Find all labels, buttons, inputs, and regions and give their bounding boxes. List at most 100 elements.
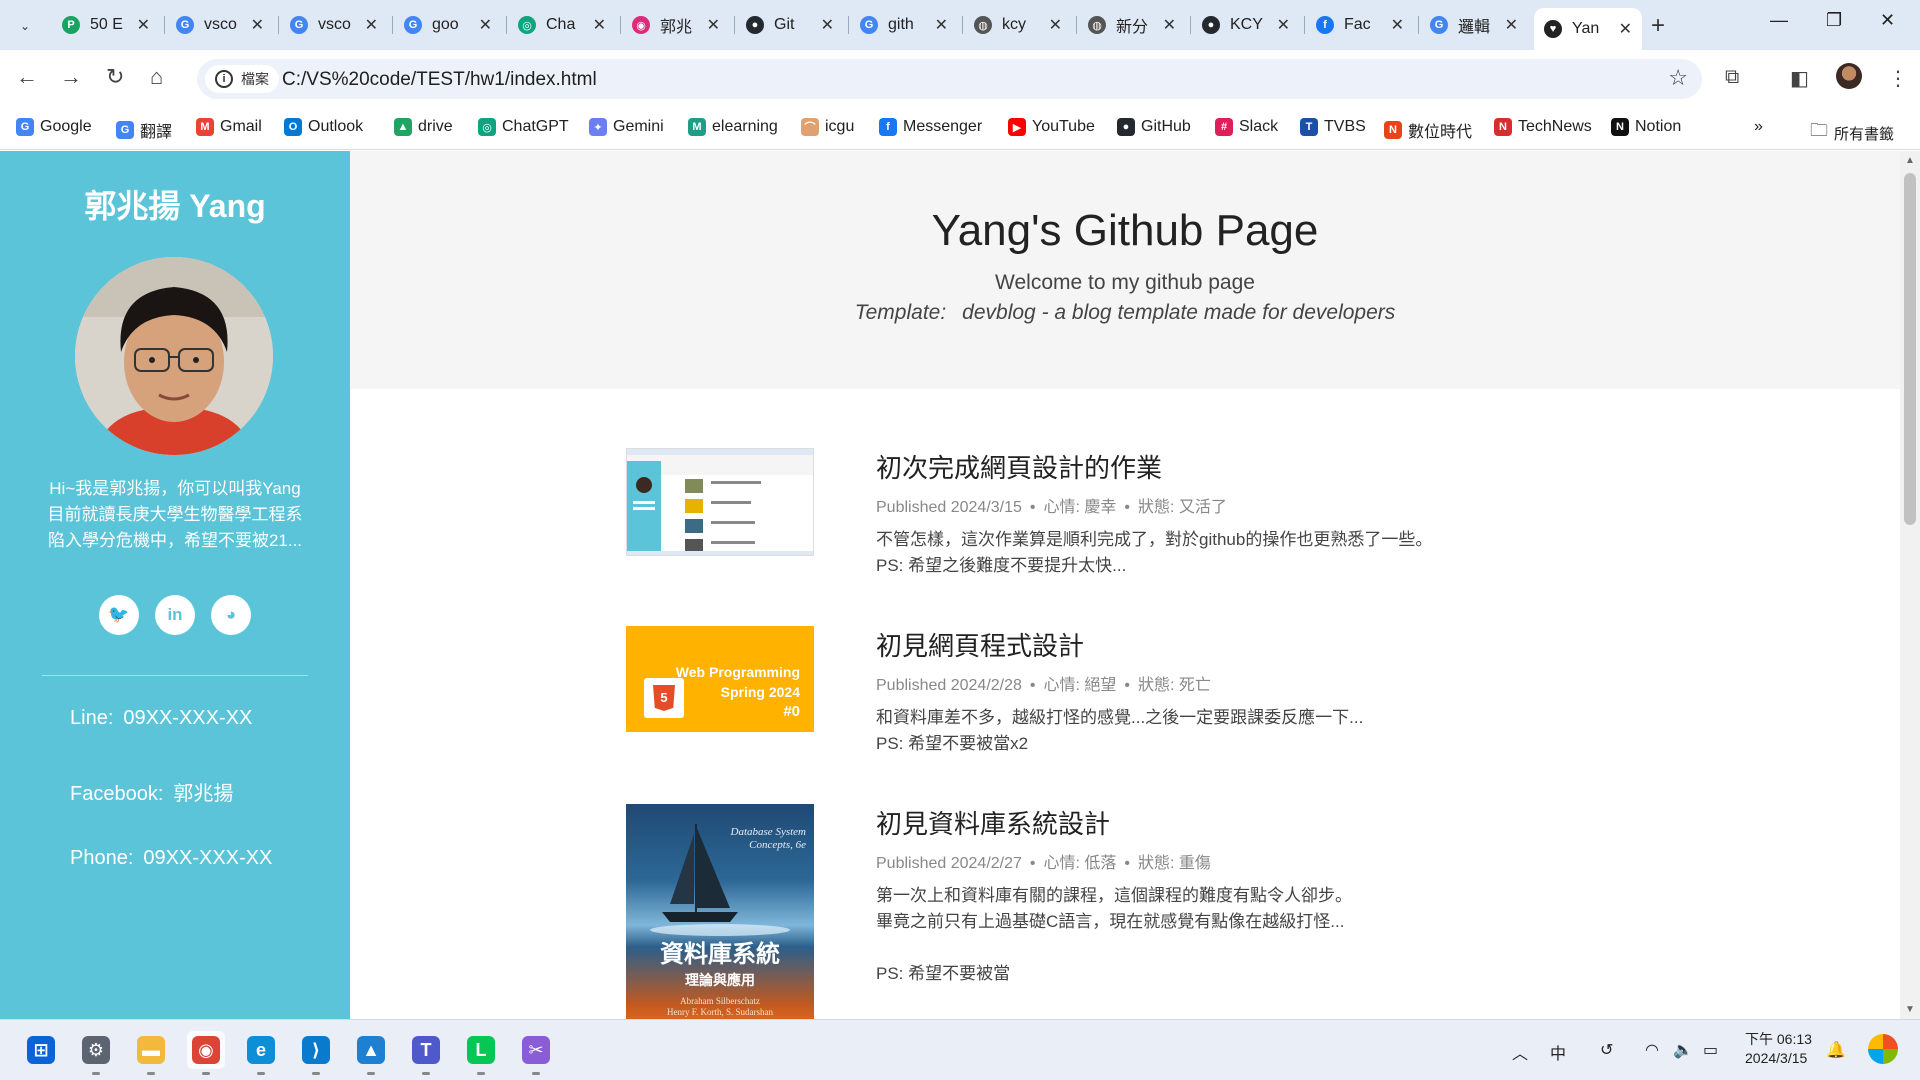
taskbar-settings-icon[interactable]: ⚙ bbox=[77, 1031, 115, 1075]
bookmark-item[interactable]: ▲ drive bbox=[394, 118, 453, 136]
tab-close-icon[interactable]: ✕ bbox=[1505, 15, 1518, 35]
browser-tab[interactable]: ◍ 新分 ✕ bbox=[1078, 8, 1186, 42]
back-arrow-icon[interactable]: ← bbox=[16, 64, 38, 90]
start-glyph: ⊞ bbox=[27, 1036, 55, 1064]
tab-close-icon[interactable]: ✕ bbox=[1277, 15, 1290, 35]
new-tab-plus-icon[interactable]: + bbox=[1651, 12, 1665, 40]
bookmark-star-icon[interactable]: ☆ bbox=[1668, 65, 1688, 91]
bookmark-item[interactable]: ▶ YouTube bbox=[1008, 118, 1095, 136]
bookmark-item[interactable]: ◎ ChatGPT bbox=[478, 118, 569, 136]
minimize-icon[interactable]: — bbox=[1770, 10, 1788, 31]
bookmark-item[interactable]: N TechNews bbox=[1494, 118, 1592, 136]
tab-search-chevron-icon[interactable]: ⌄ bbox=[12, 13, 38, 39]
bookmark-item[interactable]: ● GitHub bbox=[1117, 118, 1191, 136]
linkedin-icon[interactable]: in bbox=[155, 595, 195, 635]
scrollbar-thumb[interactable] bbox=[1904, 173, 1916, 525]
bookmark-item[interactable]: ⌒ icgu bbox=[801, 118, 854, 136]
home-icon[interactable]: ⌂ bbox=[150, 64, 163, 90]
tab-close-icon[interactable]: ✕ bbox=[821, 15, 834, 35]
browser-tab[interactable]: Gvsco ✕ bbox=[166, 8, 274, 42]
extensions-puzzle-icon[interactable]: ⧉ bbox=[1725, 66, 1739, 89]
bookmark-item[interactable]: f Messenger bbox=[879, 118, 982, 136]
template-link[interactable]: devblog - a blog template made for devel… bbox=[962, 301, 1395, 324]
scroll-down-arrow-icon[interactable]: ▼ bbox=[1905, 1004, 1915, 1015]
ime-indicator[interactable]: 中 bbox=[1550, 1040, 1566, 1064]
profile-avatar[interactable] bbox=[1836, 63, 1862, 89]
browser-tab[interactable]: G 邏輯 ✕ bbox=[1420, 8, 1528, 42]
more-bookmarks-chevron-icon[interactable]: » bbox=[1754, 118, 1763, 136]
post-thumbnail-web-programming[interactable]: Web Programming Spring 2024 #0 5 bbox=[626, 626, 814, 732]
tab-close-icon[interactable]: ✕ bbox=[251, 15, 264, 35]
address-bar[interactable]: i 檔案 C:/VS%20code/TEST/hw1/index.html ☆ bbox=[197, 59, 1702, 99]
browser-tab[interactable]: Ggoo ✕ bbox=[394, 8, 502, 42]
volume-icon[interactable]: 🔈 bbox=[1673, 1040, 1693, 1060]
browser-tab[interactable]: P 50 E ✕ bbox=[52, 8, 160, 42]
side-panel-icon[interactable]: ◧ bbox=[1790, 66, 1809, 91]
ime-mode-icon[interactable]: ↺ bbox=[1600, 1040, 1613, 1060]
bookmark-item[interactable]: ✦ Gemini bbox=[589, 118, 664, 136]
tab-close-icon[interactable]: ✕ bbox=[1619, 19, 1632, 39]
tab-close-icon[interactable]: ✕ bbox=[593, 15, 606, 35]
running-indicator bbox=[477, 1072, 485, 1075]
bookmark-item[interactable]: O Outlook bbox=[284, 118, 363, 136]
bookmark-item[interactable]: N 數位時代 bbox=[1384, 118, 1472, 142]
browser-tab[interactable]: Gvsco ✕ bbox=[280, 8, 388, 42]
taskbar-line-icon[interactable]: L bbox=[462, 1031, 500, 1075]
browser-tab[interactable]: ◍ kcy ✕ bbox=[964, 8, 1072, 42]
bookmark-item[interactable]: G 翻譯 bbox=[116, 118, 172, 142]
twitter-icon[interactable]: 🐦 bbox=[99, 595, 139, 635]
notification-bell-icon[interactable]: 🔔 bbox=[1826, 1040, 1846, 1060]
battery-icon[interactable]: ▭ bbox=[1703, 1040, 1718, 1060]
tab-close-icon[interactable]: ✕ bbox=[707, 15, 720, 35]
browser-tab[interactable]: ● Git ✕ bbox=[736, 8, 844, 42]
tab-close-icon[interactable]: ✕ bbox=[935, 15, 948, 35]
page-scrollbar[interactable]: ▲ ▼ bbox=[1900, 151, 1920, 1019]
bookmark-item[interactable]: T TVBS bbox=[1300, 118, 1366, 136]
close-window-icon[interactable]: ✕ bbox=[1880, 10, 1895, 31]
taskbar-vscode-icon[interactable]: ⟩ bbox=[297, 1031, 335, 1075]
tab-title: 新分 bbox=[1116, 19, 1149, 36]
tab-close-icon[interactable]: ✕ bbox=[479, 15, 492, 35]
taskbar-edge-icon[interactable]: e bbox=[242, 1031, 280, 1075]
taskbar-clock[interactable]: 下午 06:13 2024/3/15 bbox=[1745, 1030, 1812, 1068]
github-icon[interactable]: ◕ bbox=[211, 595, 251, 635]
browser-tab[interactable]: Ggith ✕ bbox=[850, 8, 958, 42]
post-thumbnail-screenshot[interactable] bbox=[626, 448, 814, 556]
address-url[interactable]: C:/VS%20code/TEST/hw1/index.html bbox=[282, 69, 597, 91]
tab-close-icon[interactable]: ✕ bbox=[137, 15, 150, 35]
reload-icon[interactable]: ↻ bbox=[106, 64, 124, 90]
taskbar-snipping-tool-icon[interactable]: ✂ bbox=[517, 1031, 555, 1075]
copilot-icon[interactable] bbox=[1868, 1034, 1898, 1064]
browser-tab[interactable]: ◎ Cha ✕ bbox=[508, 8, 616, 42]
browser-tab[interactable]: ♥ Yan ✕ bbox=[1534, 8, 1642, 50]
browser-tab[interactable]: ◉ 郭兆 ✕ bbox=[622, 8, 730, 42]
tab-close-icon[interactable]: ✕ bbox=[1049, 15, 1062, 35]
browser-tab[interactable]: ● KCY ✕ bbox=[1192, 8, 1300, 42]
tab-close-icon[interactable]: ✕ bbox=[1163, 15, 1176, 35]
wifi-icon[interactable]: ◠ bbox=[1645, 1040, 1659, 1060]
forward-arrow-icon[interactable]: → bbox=[60, 64, 82, 90]
post-title[interactable]: 初見網頁程式設計 bbox=[876, 626, 1636, 663]
bookmark-item[interactable]: N Notion bbox=[1611, 118, 1681, 136]
tab-close-icon[interactable]: ✕ bbox=[365, 15, 378, 35]
scroll-up-arrow-icon[interactable]: ▲ bbox=[1905, 155, 1915, 166]
tray-chevron-up-icon[interactable]: ︿ bbox=[1512, 1040, 1528, 1064]
all-bookmarks-button[interactable]: 🗀 所有書籤 bbox=[1810, 118, 1894, 148]
bookmark-item[interactable]: # Slack bbox=[1215, 118, 1278, 136]
bookmark-item[interactable]: G Google bbox=[16, 118, 92, 136]
post-title[interactable]: 初次完成網頁設計的作業 bbox=[876, 448, 1636, 485]
taskbar-teams-icon[interactable]: T bbox=[407, 1031, 445, 1075]
tab-close-icon[interactable]: ✕ bbox=[1391, 15, 1404, 35]
taskbar-start-icon[interactable]: ⊞ bbox=[22, 1031, 60, 1069]
browser-tab[interactable]: f Fac ✕ bbox=[1306, 8, 1414, 42]
more-menu-icon[interactable]: ⋮ bbox=[1888, 66, 1908, 91]
post-title[interactable]: 初見資料庫系統設計 bbox=[876, 804, 1636, 841]
taskbar-file-explorer-icon[interactable]: ▬ bbox=[132, 1031, 170, 1075]
taskbar-chrome-icon[interactable]: ◉ bbox=[187, 1031, 225, 1075]
site-info-chip[interactable]: i 檔案 bbox=[205, 65, 279, 93]
bookmark-item[interactable]: M Gmail bbox=[196, 118, 262, 136]
post-thumbnail-database-book[interactable]: Database System Concepts, 6e 資料庫系統 理論與應用… bbox=[626, 804, 814, 1019]
restore-icon[interactable]: ❐ bbox=[1826, 10, 1842, 31]
bookmark-item[interactable]: Melearning bbox=[688, 118, 778, 136]
taskbar-photos-icon[interactable]: ▲ bbox=[352, 1031, 390, 1075]
